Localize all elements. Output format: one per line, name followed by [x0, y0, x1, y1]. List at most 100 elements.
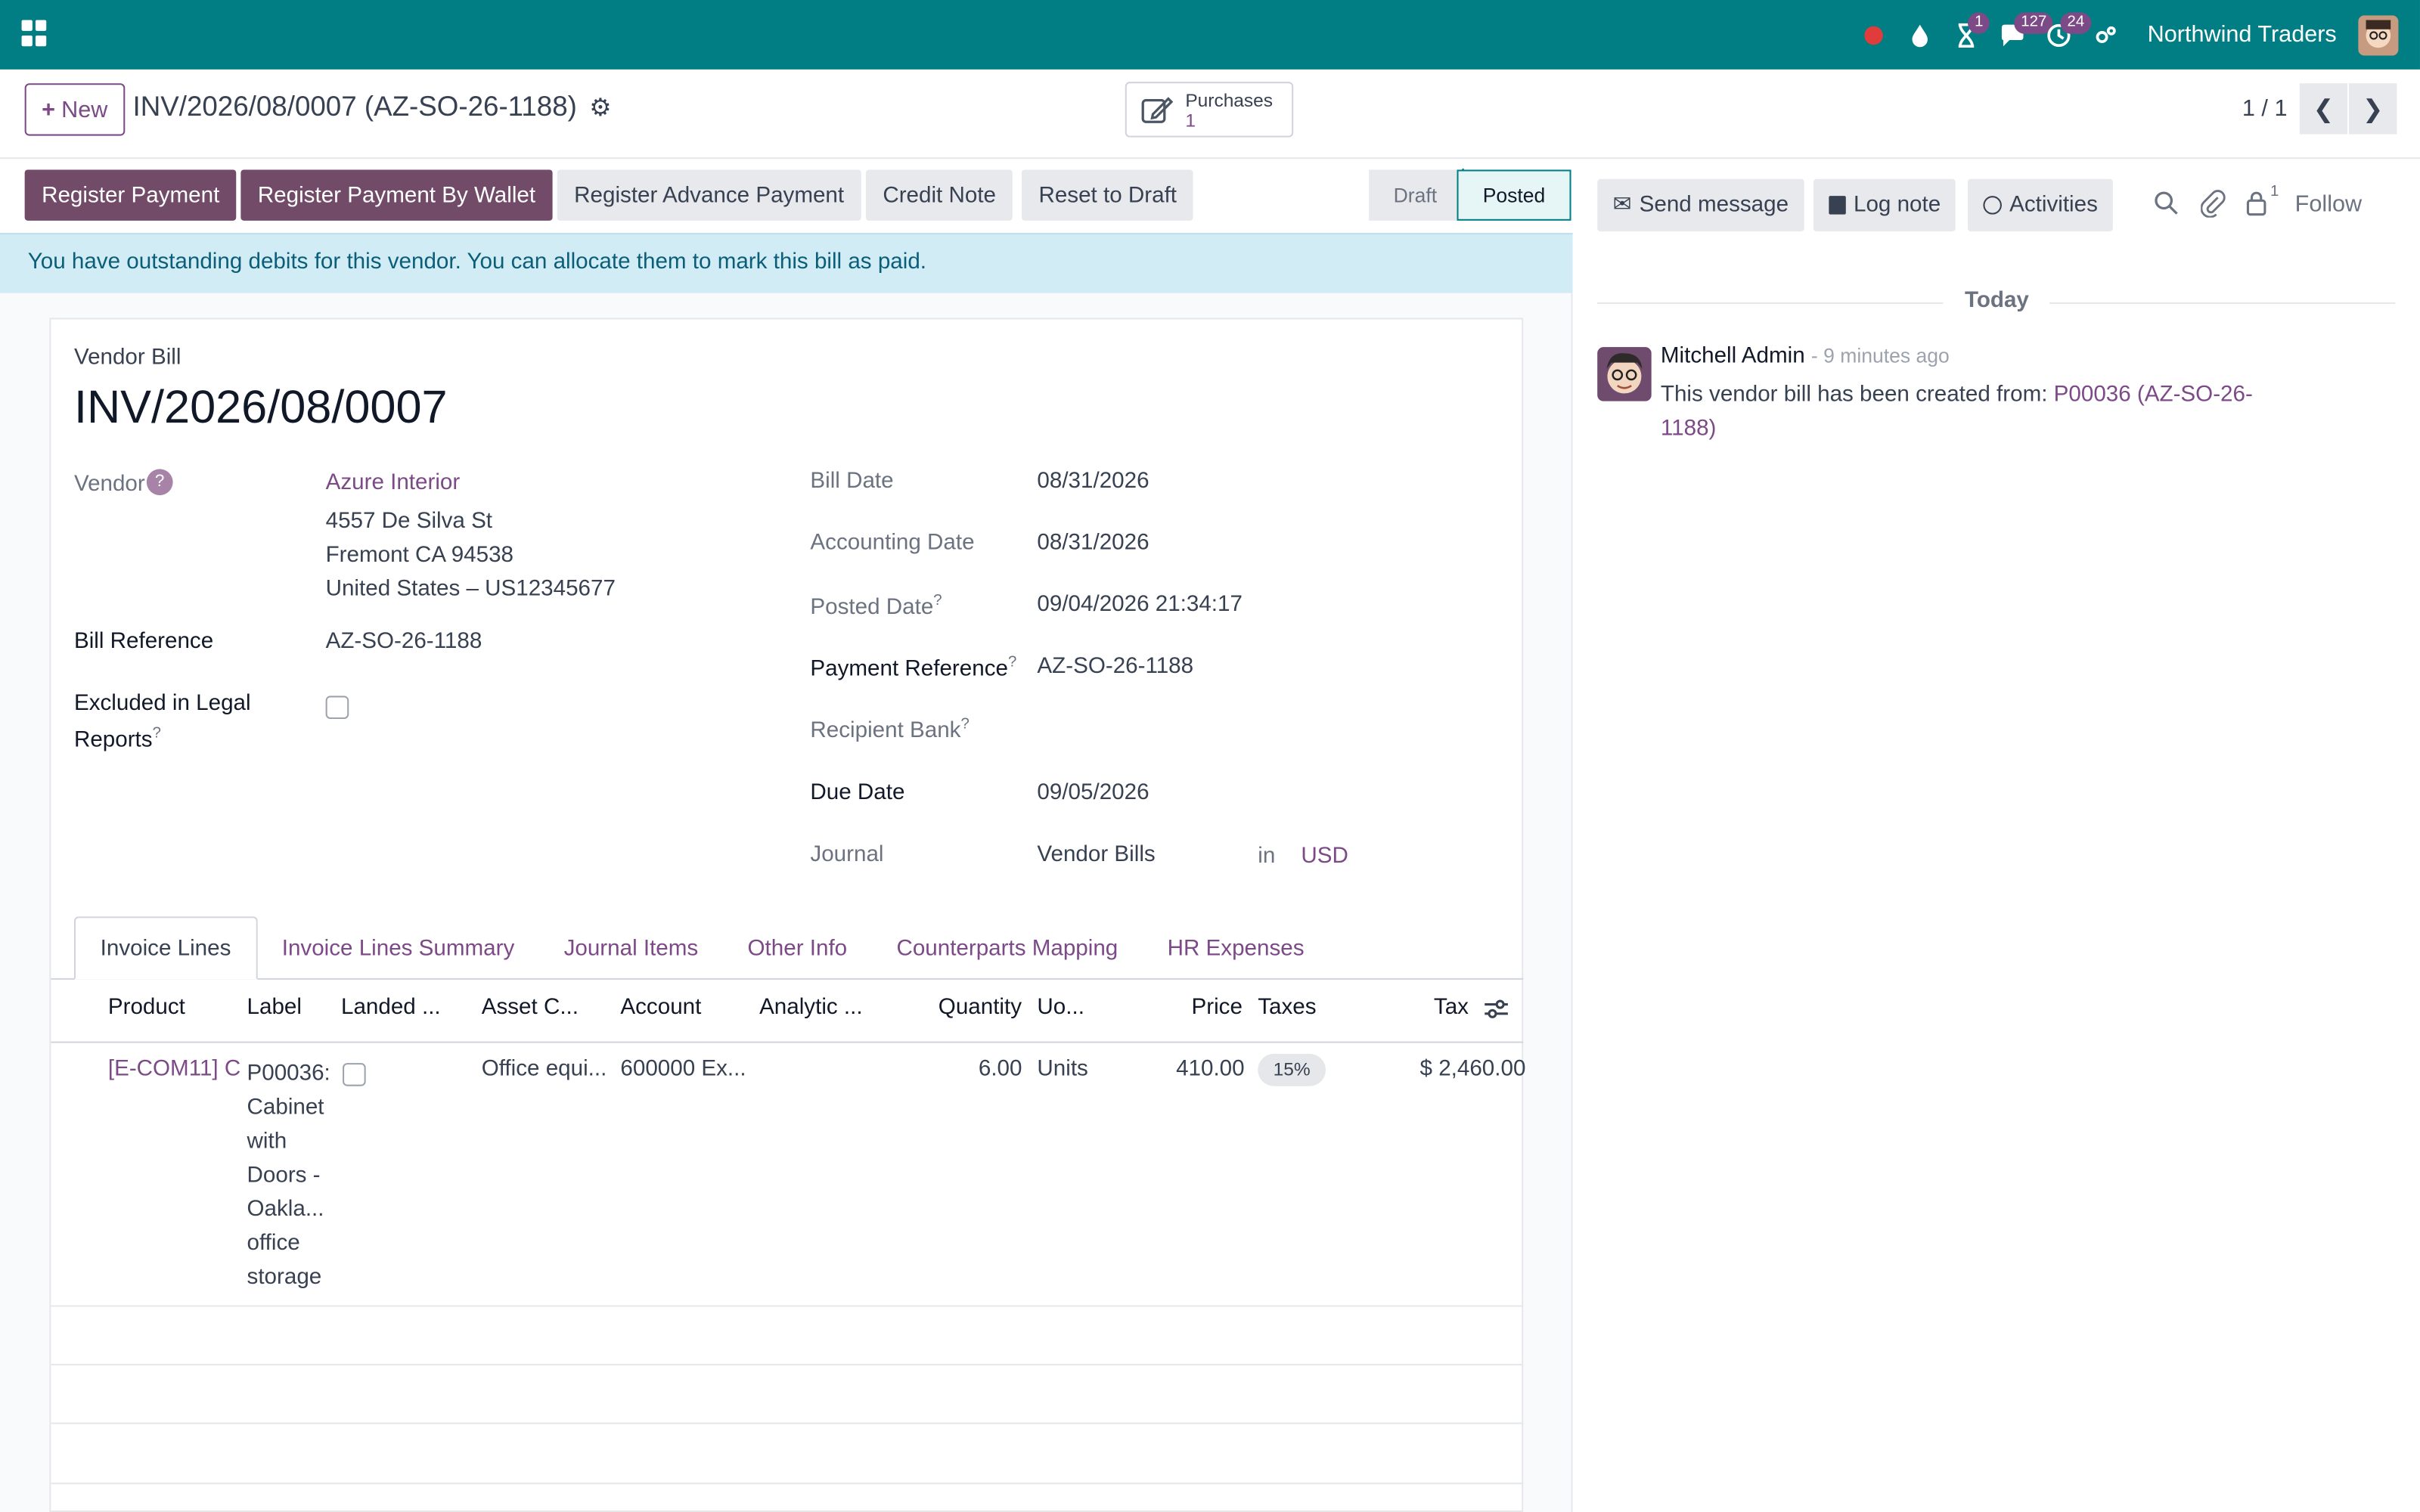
- help-icon[interactable]: ?: [153, 725, 161, 742]
- outstanding-debits-alert: You have outstanding debits for this ven…: [0, 233, 1573, 293]
- row-landed-checkbox[interactable]: [343, 1063, 366, 1086]
- edit-icon: [1141, 97, 1174, 123]
- row-tax-badge[interactable]: 15%: [1258, 1053, 1326, 1086]
- help-icon[interactable]: ?: [933, 593, 942, 609]
- row-asset[interactable]: Office equi...: [482, 1057, 607, 1082]
- gear-icon[interactable]: ⚙: [589, 91, 611, 122]
- tab-other-info[interactable]: Other Info: [723, 916, 872, 980]
- help-icon[interactable]: ?: [1008, 654, 1016, 671]
- status-draft[interactable]: Draft: [1369, 169, 1462, 221]
- log-note-button[interactable]: Log note: [1813, 178, 1956, 232]
- purchases-smart-button[interactable]: Purchases 1: [1125, 82, 1294, 138]
- column-analytic[interactable]: Analytic ...: [759, 995, 863, 1020]
- followers-lock-icon[interactable]: [2245, 190, 2267, 224]
- form-sheet: [49, 318, 1524, 1512]
- row-label-line: with: [247, 1129, 287, 1154]
- bill-reference-value[interactable]: AZ-SO-26-1188: [326, 630, 482, 655]
- column-account[interactable]: Account: [620, 995, 701, 1020]
- recording-indicator[interactable]: [1851, 0, 1897, 70]
- column-uom[interactable]: Uo...: [1037, 995, 1084, 1020]
- column-taxes[interactable]: Taxes: [1258, 995, 1316, 1020]
- row-quantity[interactable]: 6.00: [979, 1057, 1022, 1082]
- author-name[interactable]: Mitchell Admin: [1661, 344, 1805, 369]
- clock-icon[interactable]: 24: [2037, 0, 2091, 70]
- excluded-legal-label-2-text: Reports: [73, 727, 153, 753]
- envelope-icon: ✉: [1612, 193, 1632, 218]
- date-separator: Today: [1964, 288, 2029, 314]
- accounting-date-label: Accounting Date: [810, 531, 975, 556]
- register-payment-button[interactable]: Register Payment: [24, 169, 237, 221]
- column-price[interactable]: Price: [1191, 995, 1242, 1020]
- notebook-tabs: Invoice Lines Invoice Lines Summary Jour…: [73, 916, 1329, 980]
- row-label[interactable]: P00036: Cabinet with Doors - Oakla... of…: [247, 1057, 330, 1294]
- posted-date-label: Posted Date?: [810, 593, 942, 620]
- journal-value[interactable]: Vendor Bills: [1037, 842, 1155, 867]
- pager-value[interactable]: 1 / 1: [2242, 96, 2288, 122]
- bill-date-value[interactable]: 08/31/2026: [1037, 469, 1149, 494]
- journal-label: Journal: [810, 842, 884, 867]
- due-date-value[interactable]: 09/05/2026: [1037, 781, 1149, 806]
- apps-menu-icon[interactable]: [21, 20, 50, 48]
- author-avatar[interactable]: [1597, 347, 1652, 401]
- column-product[interactable]: Product: [108, 995, 185, 1020]
- follow-button[interactable]: Follow: [2295, 191, 2362, 218]
- status-posted[interactable]: Posted: [1457, 169, 1571, 221]
- column-asset[interactable]: Asset C...: [482, 995, 579, 1020]
- activity-badge: 1: [1968, 12, 1990, 34]
- recipient-bank-label-text: Recipient Bank: [810, 718, 961, 744]
- vendor-address-line3: United States – US12345677: [325, 577, 616, 602]
- messages-icon[interactable]: 127: [1990, 0, 2053, 70]
- new-button[interactable]: + New: [24, 83, 125, 136]
- register-advance-payment-button[interactable]: Register Advance Payment: [557, 169, 861, 221]
- paperclip-icon[interactable]: [2200, 190, 2226, 225]
- tab-invoice-lines[interactable]: Invoice Lines: [73, 916, 258, 980]
- register-payment-wallet-button[interactable]: Register Payment By Wallet: [240, 169, 553, 221]
- message-author: Mitchell Admin - 9 minutes ago: [1661, 344, 1950, 369]
- tab-invoice-lines-summary[interactable]: Invoice Lines Summary: [257, 916, 539, 980]
- help-icon[interactable]: ?: [960, 716, 969, 733]
- row-uom[interactable]: Units: [1037, 1057, 1087, 1082]
- row-subtotal: $ 2,460.00: [1419, 1056, 1526, 1082]
- accounting-date-value[interactable]: 08/31/2026: [1037, 531, 1149, 556]
- column-landed[interactable]: Landed ...: [341, 995, 441, 1020]
- payment-reference-label-text: Payment Reference: [810, 657, 1008, 682]
- message-text: This vendor bill has been created from:: [1660, 383, 2054, 407]
- tab-journal-items[interactable]: Journal Items: [539, 916, 723, 980]
- credit-note-button[interactable]: Credit Note: [865, 169, 1013, 221]
- payment-reference-value[interactable]: AZ-SO-26-1188: [1037, 654, 1193, 679]
- send-message-button[interactable]: ✉ Send message: [1597, 178, 1804, 232]
- drop-icon[interactable]: [1897, 0, 1944, 70]
- currency-link[interactable]: USD: [1301, 844, 1348, 869]
- settings-icon[interactable]: [2083, 0, 2129, 70]
- search-icon[interactable]: [2153, 190, 2180, 224]
- clock-icon: [1983, 196, 2002, 215]
- reset-to-draft-button[interactable]: Reset to Draft: [1022, 169, 1194, 221]
- row-account[interactable]: 600000 Ex...: [620, 1057, 746, 1082]
- tab-counterparts-mapping[interactable]: Counterparts Mapping: [872, 916, 1143, 980]
- excluded-legal-checkbox[interactable]: [325, 696, 349, 720]
- company-name[interactable]: Northwind Traders: [2148, 22, 2337, 48]
- posted-date-label-text: Posted Date: [810, 595, 934, 621]
- column-tax[interactable]: Tax: [1434, 995, 1469, 1020]
- note-icon: [1829, 196, 1846, 215]
- bill-date-label: Bill Date: [810, 469, 894, 494]
- help-icon[interactable]: ?: [146, 469, 173, 496]
- purchases-label: Purchases: [1185, 88, 1274, 110]
- column-settings-icon[interactable]: [1483, 996, 1509, 1027]
- posted-date-value: 09/04/2026 21:34:17: [1037, 592, 1243, 618]
- row-label-line: Oakla...: [247, 1197, 324, 1222]
- activities-button[interactable]: Activities: [1968, 178, 2114, 232]
- vendor-link[interactable]: Azure Interior: [326, 470, 461, 495]
- pager-next-button[interactable]: ❯: [2349, 83, 2399, 135]
- top-navbar: 1 127 24 Northwind Traders: [0, 0, 2420, 70]
- user-avatar[interactable]: [2358, 14, 2399, 55]
- row-price[interactable]: 410.00: [1176, 1057, 1245, 1082]
- row-product[interactable]: [E-COM11] Ca: [108, 1057, 241, 1082]
- document-name: INV/2026/08/0007: [73, 383, 448, 434]
- hourglass-icon[interactable]: 1: [1944, 0, 1990, 70]
- status-bar: Register Payment Register Payment By Wal…: [0, 159, 1573, 230]
- pager-previous-button[interactable]: ❮: [2299, 83, 2350, 135]
- column-quantity[interactable]: Quantity: [939, 995, 1022, 1020]
- column-label[interactable]: Label: [247, 995, 302, 1020]
- tab-hr-expenses[interactable]: HR Expenses: [1143, 916, 1329, 980]
